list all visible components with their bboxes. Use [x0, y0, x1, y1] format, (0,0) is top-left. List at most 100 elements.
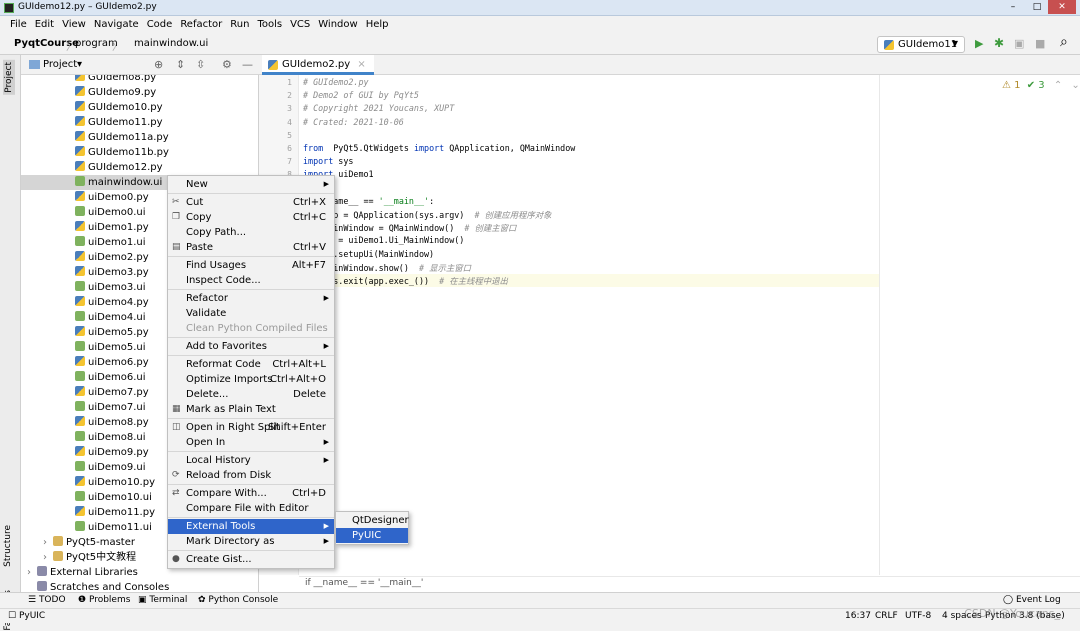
search-icon[interactable]: ⌕: [1060, 34, 1068, 50]
menu-item-local-history[interactable]: Local History ▶: [168, 453, 334, 468]
editor-tab-guidemo2[interactable]: GUIdemo2.py ×: [262, 55, 374, 75]
coverage-icon[interactable]: ▣: [1014, 37, 1024, 50]
tree-item[interactable]: GUIdemo12.py: [21, 160, 258, 175]
inspection-widget[interactable]: ⚠ 1 ✔ 3 ⌃ ⌄: [1002, 80, 1080, 91]
run-icon[interactable]: ▶: [975, 37, 983, 50]
project-panel-title[interactable]: Project: [43, 59, 77, 70]
todo-tab[interactable]: ☰ TODO: [28, 595, 66, 605]
menu-item-refactor[interactable]: Refactor ▶: [168, 291, 334, 306]
code-token: import: [413, 143, 445, 153]
tree-item-label: uiDemo1.py: [88, 222, 149, 233]
structure-side-tab[interactable]: Structure: [3, 525, 13, 567]
tree-item[interactable]: Scratches and Consoles: [21, 580, 258, 592]
menu-item-reformat-code[interactable]: Reformat Code Ctrl+Alt+L: [168, 357, 334, 372]
problems-tab[interactable]: ❶ Problems: [78, 595, 130, 605]
debug-icon[interactable]: ✱: [994, 36, 1004, 50]
caret-position[interactable]: 16:37: [845, 611, 871, 621]
tree-item[interactable]: GUIdemo8.py: [21, 75, 258, 85]
menu-item-copy-path[interactable]: Copy Path...: [168, 225, 334, 240]
menu-edit[interactable]: Edit: [31, 17, 58, 34]
chevron-down-icon[interactable]: ▾: [77, 59, 82, 70]
tree-item-label: uiDemo2.py: [88, 252, 149, 263]
menu-item-label: Delete...: [186, 389, 229, 400]
menu-separator: [168, 256, 334, 257]
menu-item-external-tools[interactable]: External Tools ▶: [168, 519, 334, 534]
expand-arrow-icon[interactable]: ›: [27, 565, 37, 580]
close-tab-icon[interactable]: ×: [357, 59, 365, 70]
menu-item-create-gist[interactable]: ● Create Gist...: [168, 552, 334, 567]
menu-item-add-to-favorites[interactable]: Add to Favorites ▶: [168, 339, 334, 354]
close-button[interactable]: ✕: [1048, 0, 1076, 14]
menu-item-paste[interactable]: ▤ Paste Ctrl+V: [168, 240, 334, 255]
editor-breadcrumb[interactable]: if __name__ == '__main__': [299, 576, 1080, 591]
menu-item-mark-as-plain-text[interactable]: ▦ Mark as Plain Text: [168, 402, 334, 417]
menu-item-optimize-imports[interactable]: Optimize Imports Ctrl+Alt+O: [168, 372, 334, 387]
menu-help[interactable]: Help: [362, 17, 393, 34]
expand-arrow-icon[interactable]: ›: [43, 550, 53, 565]
menu-item-delete[interactable]: Delete... Delete: [168, 387, 334, 402]
menu-item-compare-with[interactable]: ⇄ Compare With... Ctrl+D: [168, 486, 334, 501]
menu-item-validate[interactable]: Validate: [168, 306, 334, 321]
warning-count[interactable]: ⚠ 1: [1002, 80, 1021, 91]
code-line: # GUIdemo2.py: [303, 77, 369, 87]
menu-item-pyuic[interactable]: PyUIC: [336, 528, 408, 543]
tree-item-label: PyQt5-master: [66, 537, 135, 548]
tree-item[interactable]: GUIdemo11.py: [21, 115, 258, 130]
locate-icon[interactable]: ⊕: [154, 58, 163, 71]
menu-item-copy[interactable]: ❐ Copy Ctrl+C: [168, 210, 334, 225]
hide-icon[interactable]: —: [242, 58, 253, 71]
minimize-button[interactable]: –: [1000, 0, 1026, 14]
run-configuration-select[interactable]: GUIdemo11 ▼: [877, 36, 965, 53]
menu-item-mark-directory-as[interactable]: Mark Directory as ▶: [168, 534, 334, 549]
menu-item-reload-from-disk[interactable]: ⟳ Reload from Disk: [168, 468, 334, 483]
next-highlight-icon[interactable]: ⌄: [1071, 80, 1079, 91]
menu-navigate[interactable]: Navigate: [90, 17, 143, 34]
menu-tools[interactable]: Tools: [253, 17, 286, 34]
python-console-tab[interactable]: ✿ Python Console: [198, 595, 278, 605]
tree-item[interactable]: GUIdemo11a.py: [21, 130, 258, 145]
expand-arrow-icon[interactable]: ›: [43, 535, 53, 550]
event-log-tab[interactable]: ◯ Event Log: [1003, 595, 1061, 605]
menu-bar: File Edit View Navigate Code Refactor Run Tools…: [0, 17, 1080, 34]
file-encoding[interactable]: UTF-8: [905, 611, 931, 621]
menu-run[interactable]: Run: [226, 17, 253, 34]
menu-item-compare-file-with-editor[interactable]: Compare File with Editor: [168, 501, 334, 516]
project-side-tab[interactable]: Project: [3, 60, 15, 95]
menu-item-clean-python-compiled-files[interactable]: Clean Python Compiled Files: [168, 321, 334, 336]
stop-icon[interactable]: ■: [1035, 37, 1045, 50]
menu-item-qtdesigner[interactable]: QtDesigner: [336, 513, 409, 528]
menu-separator: [168, 289, 334, 290]
shortcut: Ctrl+V: [292, 242, 326, 253]
terminal-tab[interactable]: ▣ Terminal: [138, 595, 187, 605]
menu-item-open-in-right-split[interactable]: ◫ Open in Right Split Shift+Enter: [168, 420, 334, 435]
menu-item-cut[interactable]: ✂ Cut Ctrl+X: [168, 195, 334, 210]
menu-vcs[interactable]: VCS: [286, 17, 314, 34]
menu-item-open-in[interactable]: Open In ▶: [168, 435, 334, 450]
menu-window[interactable]: Window: [314, 17, 361, 34]
python-file-icon: [75, 191, 85, 201]
menu-separator: [168, 484, 334, 485]
previous-highlight-icon[interactable]: ⌃: [1054, 80, 1062, 91]
menu-item-find-usages[interactable]: Find Usages Alt+F7: [168, 258, 334, 273]
ok-count[interactable]: ✔ 3: [1027, 80, 1045, 91]
menu-item-new[interactable]: New ▶: [168, 177, 334, 192]
cut-icon: ✂: [172, 197, 180, 207]
menu-code[interactable]: Code: [143, 17, 177, 34]
line-separator[interactable]: CRLF: [875, 611, 898, 621]
maximize-button[interactable]: □: [1024, 0, 1050, 14]
collapse-all-icon[interactable]: ⇳: [196, 58, 205, 71]
menu-item-inspect-code[interactable]: Inspect Code...: [168, 273, 334, 288]
python-file-icon: [75, 296, 85, 306]
tree-item[interactable]: GUIdemo10.py: [21, 100, 258, 115]
tree-item[interactable]: GUIdemo11b.py: [21, 145, 258, 160]
menu-refactor[interactable]: Refactor: [176, 17, 226, 34]
menu-file[interactable]: File: [6, 17, 31, 34]
gear-icon[interactable]: ⚙: [222, 58, 232, 71]
ui-file-icon: [75, 341, 85, 351]
menu-item-label: Compare With...: [186, 488, 267, 499]
menu-item-label: Paste: [186, 242, 213, 253]
expand-all-icon[interactable]: ⇕: [176, 58, 185, 71]
menu-view[interactable]: View: [58, 17, 90, 34]
tree-item[interactable]: GUIdemo9.py: [21, 85, 258, 100]
breadcrumb-file[interactable]: mainwindow.ui: [134, 38, 208, 49]
